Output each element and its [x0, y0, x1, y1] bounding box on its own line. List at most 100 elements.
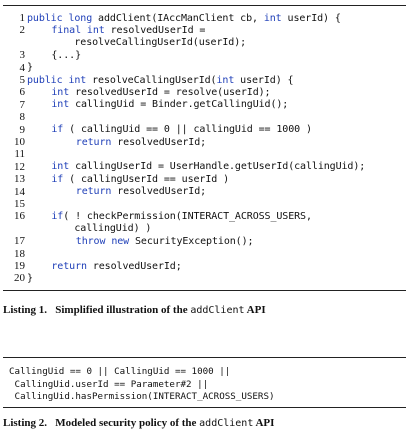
code-keyword: throw new: [75, 235, 130, 247]
code-line: 11: [3, 148, 406, 160]
code-segment: }: [27, 62, 33, 74]
code-segment: addClient(IAccManClient cb,: [92, 12, 264, 24]
policy-line: CallingUid.hasPermission(INTERACT_ACROSS…: [9, 391, 275, 402]
code-line: 14 return resolvedUserId;: [3, 186, 406, 198]
code-segment: {...}: [51, 49, 81, 61]
line-number: 1: [19, 12, 26, 24]
code-keyword: public long: [27, 12, 93, 24]
code-text: }: [25, 62, 33, 73]
code-line: 6 int resolvedUserId = resolve(userId);: [3, 86, 406, 98]
code-keyword: public int: [27, 74, 87, 86]
line-number: 20: [14, 272, 25, 285]
code-text: callingUid) ): [25, 223, 151, 234]
code-segment: resolvedUserId;: [86, 260, 182, 272]
code-text: public long addClient(IAccManClient cb, …: [25, 13, 341, 24]
code-line: callingUid) ): [3, 223, 406, 235]
code-keyword: final int: [51, 24, 105, 36]
code-line: 7 int callingUid = Binder.getCallingUid()…: [3, 99, 406, 111]
code-keyword: if: [51, 210, 64, 222]
code-text: return resolvedUserId;: [25, 260, 182, 272]
line-number: 15: [14, 198, 25, 210]
code-text: public int resolveCallingUserId(int user…: [25, 74, 294, 86]
code-line: 12 int callingUserId = UserHandle.getUser…: [3, 161, 406, 173]
caption-2-prefix: Listing 2. Modeled security policy of th…: [3, 417, 200, 429]
code-text: if ( callingUserId == userId ): [25, 174, 229, 185]
line-number: 12: [14, 160, 25, 173]
code-line: 4}: [3, 62, 406, 74]
line-number: 19: [14, 260, 25, 272]
code-line: resolveCallingUserId(userId);: [3, 37, 406, 49]
code-text: throw new SecurityException();: [25, 235, 254, 247]
code-segment: resolveCallingUserId(userId);: [27, 37, 247, 49]
line-number: 18: [14, 247, 25, 260]
line-number: 9: [19, 123, 26, 136]
code-keyword: int: [51, 86, 70, 98]
line-number: 11: [14, 148, 25, 161]
line-number: 2: [19, 24, 26, 37]
line-number: 16: [14, 210, 25, 223]
code-segment: ( callingUserId == userId ): [63, 173, 230, 185]
code-keyword: int: [263, 12, 282, 24]
listing-2-code-block: CallingUid == 0 || CallingUid == 1000 ||…: [3, 357, 406, 408]
line-number: 17: [14, 235, 25, 248]
code-line: 9 if ( callingUid == 0 || callingUid == 1…: [3, 124, 406, 136]
code-segment: userId) {: [234, 74, 294, 86]
code-line: 1 public long addClient(IAccManClient cb,…: [3, 12, 406, 24]
code-text: }: [25, 273, 33, 284]
code-segment: resolvedUserId;: [111, 136, 207, 148]
code-keyword: return: [75, 186, 112, 198]
code-line: 13 if ( callingUserId == userId ): [3, 173, 406, 185]
code-text: int resolvedUserId = resolve(userId);: [25, 87, 270, 98]
code-text: return resolvedUserId;: [25, 137, 206, 148]
line-number: 6: [19, 86, 26, 99]
code-line: 18: [3, 248, 406, 260]
line-number: 7: [19, 98, 26, 111]
code-segment: resolvedUserId = resolve(userId);: [69, 86, 271, 98]
caption-1-suffix: API: [244, 304, 266, 316]
code-keyword: int: [51, 99, 70, 111]
code-line: 19 return resolvedUserId;: [3, 260, 406, 272]
code-segment: resolvedUserId =: [104, 24, 206, 36]
code-segment: callingUserId = UserHandle.getUserId(cal…: [69, 161, 366, 173]
code-segment: }: [27, 272, 33, 284]
code-line: 17 throw new SecurityException();: [3, 235, 406, 247]
line-number: 10: [14, 136, 25, 148]
listing-1-caption: Listing 1. Simplified illustration of th…: [3, 304, 266, 316]
code-segment: resolvedUserId;: [111, 186, 207, 198]
code-keyword: return: [75, 136, 112, 148]
code-line: 5 public int resolveCallingUserId(int use…: [3, 74, 406, 86]
code-segment: ( callingUid == 0 || callingUid == 1000 …: [63, 124, 312, 136]
line-number: 5: [19, 74, 26, 86]
code-segment: ( ! checkPermission(INTERACT_ACROSS_USER…: [63, 210, 312, 222]
code-keyword: return: [51, 260, 87, 272]
code-keyword: int: [51, 161, 70, 173]
code-line: 15: [3, 198, 406, 210]
code-line: 2 final int resolvedUserId =: [3, 24, 406, 36]
code-text: {...}: [25, 50, 81, 61]
code-text: return resolvedUserId;: [25, 186, 206, 197]
listing-1-code-block: 1 public long addClient(IAccManClient cb,…: [3, 5, 406, 291]
code-keyword: if: [51, 124, 64, 136]
code-segment: userId) {: [281, 12, 341, 24]
code-line: 20}: [3, 272, 406, 284]
code-text: final int resolvedUserId =: [25, 25, 205, 36]
line-number: 3: [19, 49, 26, 62]
code-line: 10 return resolvedUserId;: [3, 136, 406, 148]
caption-1-api-name: addClient: [190, 305, 245, 316]
line-number: 13: [14, 173, 25, 186]
code-line: 3 {...}: [3, 49, 406, 61]
listing-2-caption: Listing 2. Modeled security policy of th…: [3, 417, 274, 429]
policy-line: CallingUid == 0 || CallingUid == 1000 ||: [9, 366, 231, 377]
line-number: 4: [19, 61, 26, 74]
code-segment: callingUid = Binder.getCallingUid();: [69, 99, 289, 111]
code-keyword: if: [51, 173, 64, 185]
code-line: 16 if( ! checkPermission(INTERACT_ACROSS_…: [3, 210, 406, 222]
code-segment: callingUid) ): [27, 223, 152, 235]
line-number: 8: [19, 111, 26, 124]
code-keyword: int: [216, 74, 235, 86]
code-text: if ( callingUid == 0 || callingUid == 10…: [25, 124, 312, 135]
caption-1-prefix: Listing 1. Simplified illustration of th…: [3, 304, 191, 316]
code-text: if( ! checkPermission(INTERACT_ACROSS_US…: [25, 211, 312, 222]
caption-2-api-name: addClient: [199, 418, 254, 429]
line-number: 14: [14, 185, 25, 198]
